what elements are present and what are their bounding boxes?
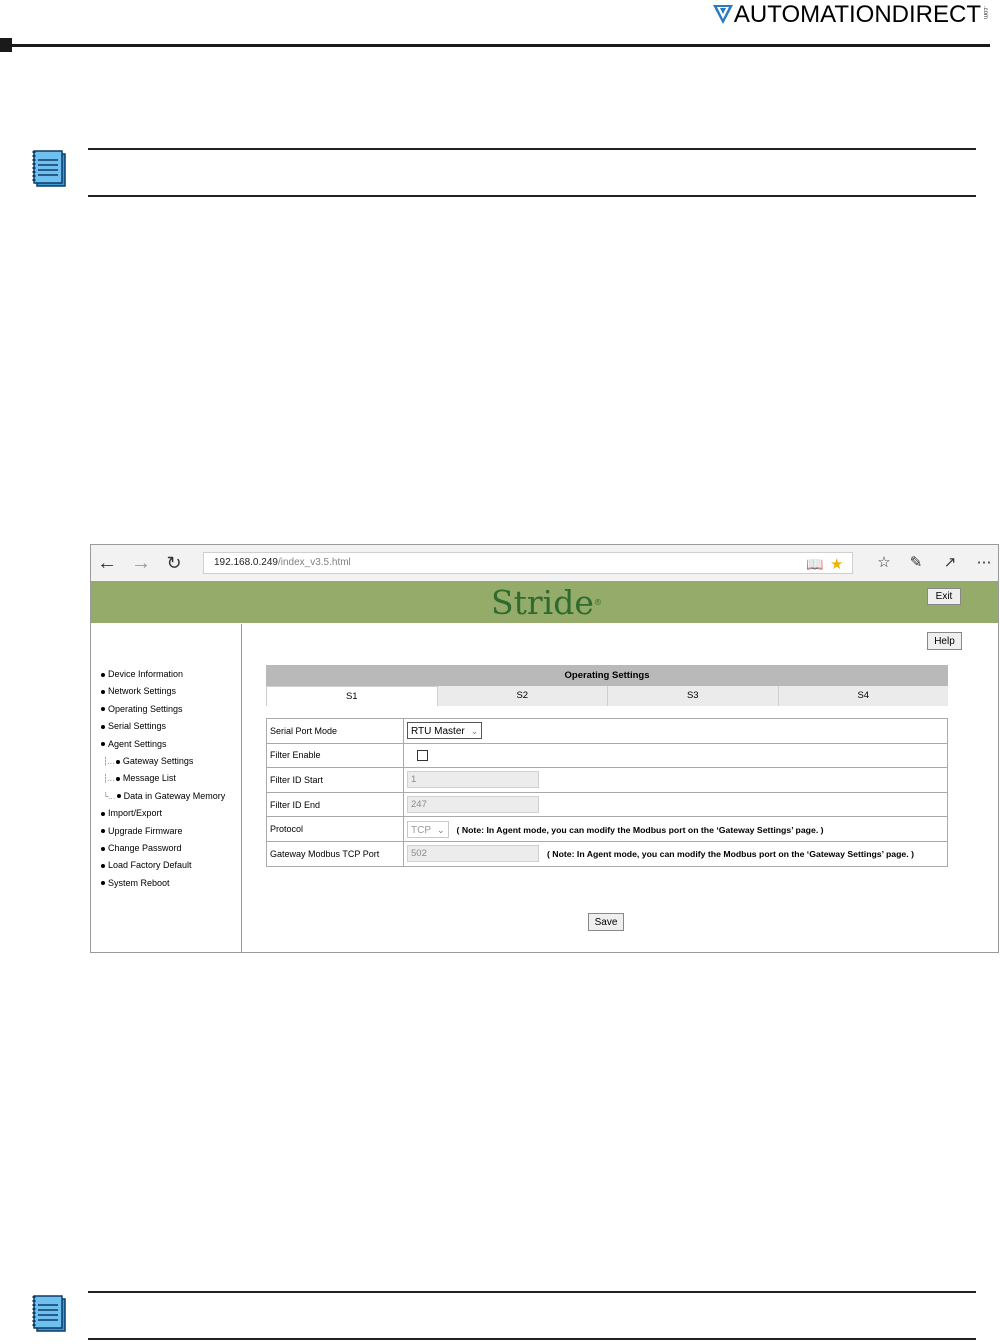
tab-s1[interactable]: S1 (266, 686, 438, 706)
form-row: Protocol TCP ⌄ ( Note: In Agent mode, you … (266, 816, 948, 842)
sidebar-item-change-password[interactable]: Change Password (101, 840, 225, 857)
sidebar: Device Information Network Settings Oper… (91, 624, 242, 952)
form-row: Filter Enable (266, 742, 948, 769)
protocol-note: ( Note: In Agent mode, you can modify th… (456, 825, 824, 836)
serial-port-mode-select[interactable]: RTU Master ⌄ (407, 722, 483, 740)
gateway-port-note: ( Note: In Agent mode, you can modify th… (547, 848, 914, 859)
sidebar-item-device-information[interactable]: Device Information (101, 666, 225, 683)
sidebar-item-gateway-settings[interactable]: ┆… Gateway Settings (101, 753, 225, 770)
sidebar-item-agent-settings[interactable]: Agent Settings (101, 736, 225, 753)
notepad-icon (32, 1295, 66, 1332)
chevron-down-icon: ⌄ (470, 726, 479, 737)
filter-id-start-input[interactable]: 1 (407, 771, 539, 789)
chevron-down-icon: ⌄ (437, 824, 445, 835)
more-icon[interactable]: ⋯ (973, 552, 995, 574)
notepad-icon (32, 150, 66, 187)
note-rule-top (88, 148, 976, 150)
reading-view-icon[interactable]: 📖 (806, 556, 823, 573)
pen-icon[interactable]: ✎ (905, 552, 927, 574)
protocol-label: Protocol (266, 816, 404, 842)
filter-id-start-label: Filter ID Start (266, 767, 404, 793)
form-row: Filter ID End 247 (266, 791, 948, 818)
favorite-star-icon[interactable]: ★ (830, 555, 843, 573)
note-rule-top (88, 1291, 976, 1293)
logo-text: AUTOMATIONDIRECT (733, 1, 981, 28)
address-bar[interactable]: 192.168.0.249/index_v3.5.html 📖 ★ (203, 552, 853, 574)
stride-logo: Stride® (491, 583, 602, 622)
note-rule-bottom (88, 1338, 976, 1340)
form-row: Gateway Modbus TCP Port 502 ( Note: In Ag… (266, 840, 948, 867)
favorites-list-icon[interactable]: ☆ (873, 552, 895, 574)
protocol-select[interactable]: TCP ⌄ (407, 820, 449, 838)
refresh-icon[interactable]: ↻ (163, 552, 185, 574)
browser-toolbar: ← → ↻ 192.168.0.249/index_v3.5.html 📖 ★ … (91, 545, 998, 582)
panel-title: Operating Settings (266, 665, 948, 686)
sidebar-menu: Device Information Network Settings Oper… (101, 666, 225, 892)
note-rule-bottom (88, 195, 976, 197)
filter-enable-label: Filter Enable (266, 742, 404, 769)
settings-form: Serial Port Mode RTU Master ⌄ Filter Enab… (266, 718, 948, 867)
sidebar-item-system-reboot[interactable]: System Reboot (101, 875, 225, 892)
logo-v-icon (712, 5, 733, 24)
logo-suffix: .com (982, 6, 988, 20)
sidebar-item-data-in-gateway-memory[interactable]: └… Data in Gateway Memory (101, 788, 225, 805)
save-button[interactable]: Save (588, 913, 624, 931)
serial-port-mode-label: Serial Port Mode (266, 718, 404, 744)
tab-s3[interactable]: S3 (608, 686, 779, 706)
forward-arrow-icon[interactable]: → (130, 552, 152, 574)
filter-enable-checkbox[interactable] (417, 749, 428, 761)
url-text: 192.168.0.249/index_v3.5.html (214, 557, 351, 568)
sidebar-item-upgrade-firmware[interactable]: Upgrade Firmware (101, 823, 225, 840)
share-icon[interactable]: ↗ (939, 552, 961, 574)
form-row: Serial Port Mode RTU Master ⌄ (266, 718, 948, 744)
header-rule (0, 44, 990, 47)
note-block (30, 1291, 990, 1341)
gateway-port-input[interactable]: 502 (407, 845, 539, 863)
main-content: Help Operating Settings S1 S2 S3 S4 Seri… (242, 624, 998, 952)
app-banner: Stride® (91, 581, 998, 623)
tab-s4[interactable]: S4 (778, 686, 948, 706)
port-tabs: S1 S2 S3 S4 (266, 686, 948, 706)
sidebar-item-operating-settings[interactable]: Operating Settings (101, 701, 225, 718)
tab-s2[interactable]: S2 (437, 686, 608, 706)
sidebar-item-network-settings[interactable]: Network Settings (101, 683, 225, 700)
help-button[interactable]: Help (927, 632, 962, 650)
form-row: Filter ID Start 1 (266, 767, 948, 793)
filter-id-end-label: Filter ID End (266, 791, 404, 818)
back-arrow-icon[interactable]: ← (96, 552, 118, 574)
browser-screenshot: ← → ↻ 192.168.0.249/index_v3.5.html 📖 ★ … (90, 544, 999, 953)
automationdirect-logo: AUTOMATIONDIRECT .com (712, 0, 988, 30)
exit-button[interactable]: Exit (927, 588, 961, 605)
sidebar-item-serial-settings[interactable]: Serial Settings (101, 718, 225, 735)
sidebar-item-import-export[interactable]: Import/Export (101, 805, 225, 822)
filter-id-end-input[interactable]: 247 (407, 796, 539, 814)
note-block (30, 148, 990, 198)
sidebar-item-load-factory-default[interactable]: Load Factory Default (101, 857, 225, 874)
gateway-port-label: Gateway Modbus TCP Port (266, 840, 404, 867)
sidebar-item-message-list[interactable]: ┆… Message List (101, 770, 225, 787)
